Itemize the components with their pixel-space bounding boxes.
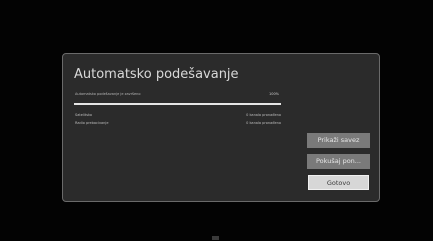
tv-screen: Automatsko podešavanje Automatsko podeša…	[0, 0, 433, 241]
channel-type-label: Radio prebacivanje	[75, 121, 109, 125]
progress-fill	[74, 103, 281, 105]
progress-percent: 100%	[268, 92, 279, 96]
auto-tuning-dialog: Automatsko podešavanje Automatsko podeša…	[62, 53, 380, 202]
show-channels-button[interactable]: Prikaži savez	[307, 133, 370, 148]
channel-count-label: 0 kanala pronađeno	[246, 113, 281, 117]
channel-count-label: 0 kanala pronađeno	[246, 121, 281, 125]
retry-button[interactable]: Pokušaj pon...	[307, 154, 370, 169]
done-button[interactable]: Gotovo	[308, 175, 369, 190]
status-label: Automatsko podešavanje je završeno	[75, 92, 141, 96]
channel-result-row: Radio prebacivanje 0 kanala pronađeno	[74, 121, 281, 126]
dialog-title: Automatsko podešavanje	[74, 67, 239, 82]
channel-result-row: Satelitsko 0 kanala pronađeno	[74, 113, 281, 118]
bottom-indicator	[212, 236, 219, 240]
channel-type-label: Satelitsko	[75, 113, 93, 117]
progress-bar	[74, 103, 281, 105]
